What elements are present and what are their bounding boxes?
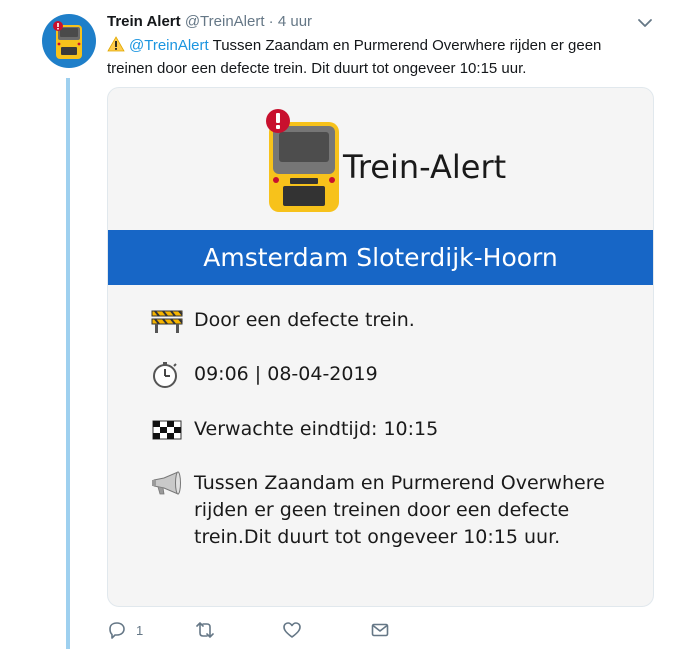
stopwatch-icon bbox=[150, 361, 184, 388]
info-text-cause: Door een defecte trein. bbox=[194, 309, 415, 331]
retweet-icon bbox=[196, 622, 214, 638]
tweet-header: Trein Alert @TreinAlert · 4 uur bbox=[107, 13, 312, 31]
tweet-text: @TreinAlert Tussen Zaandam en Purmerend … bbox=[107, 34, 647, 80]
info-text-message: Tussen Zaandam en Purmerend Overwhere ri… bbox=[194, 472, 605, 548]
thread-line bbox=[66, 78, 70, 649]
checkered-flag-icon bbox=[150, 416, 184, 443]
warning-icon bbox=[107, 36, 125, 52]
info-row-endtime: Verwachte eindtijd: 10:15 bbox=[150, 416, 634, 443]
reply-count: 1 bbox=[136, 622, 144, 638]
info-row-message: Tussen Zaandam en Purmerend Overwhere ri… bbox=[150, 470, 634, 551]
train-logo-icon bbox=[53, 21, 82, 59]
heart-icon bbox=[283, 622, 301, 638]
direct-message-button[interactable] bbox=[370, 620, 390, 640]
reply-button[interactable]: 1 bbox=[107, 620, 143, 640]
info-text-endtime: Verwachte eindtijd: 10:15 bbox=[194, 418, 439, 440]
envelope-icon bbox=[371, 623, 389, 637]
avatar[interactable] bbox=[42, 14, 96, 68]
display-name[interactable]: Trein Alert bbox=[107, 13, 181, 30]
retweet-button[interactable] bbox=[195, 620, 215, 640]
chevron-down-icon bbox=[638, 19, 652, 27]
user-handle[interactable]: @TreinAlert bbox=[185, 13, 265, 30]
info-row-time: 09:06 | 08-04-2019 bbox=[150, 361, 634, 388]
reply-icon bbox=[109, 622, 125, 639]
separator-dot: · bbox=[268, 13, 274, 30]
mention-link[interactable]: @TreinAlert bbox=[129, 37, 209, 54]
info-text-time: 09:06 | 08-04-2019 bbox=[194, 363, 378, 385]
like-button[interactable] bbox=[282, 620, 302, 640]
info-row-cause: Door een defecte trein. bbox=[150, 307, 634, 334]
route-banner: Amsterdam Sloterdijk-Hoorn bbox=[108, 230, 653, 285]
image-card[interactable]: Trein-Alert Amsterdam Sloterdijk-Hoorn D… bbox=[107, 87, 654, 607]
train-logo-icon bbox=[266, 109, 339, 212]
megaphone-icon bbox=[150, 470, 184, 497]
roadblock-icon bbox=[150, 307, 184, 334]
more-options-button[interactable] bbox=[636, 14, 654, 32]
card-brand-title: Trein-Alert bbox=[343, 148, 507, 186]
tweet-timestamp[interactable]: 4 uur bbox=[278, 13, 312, 30]
